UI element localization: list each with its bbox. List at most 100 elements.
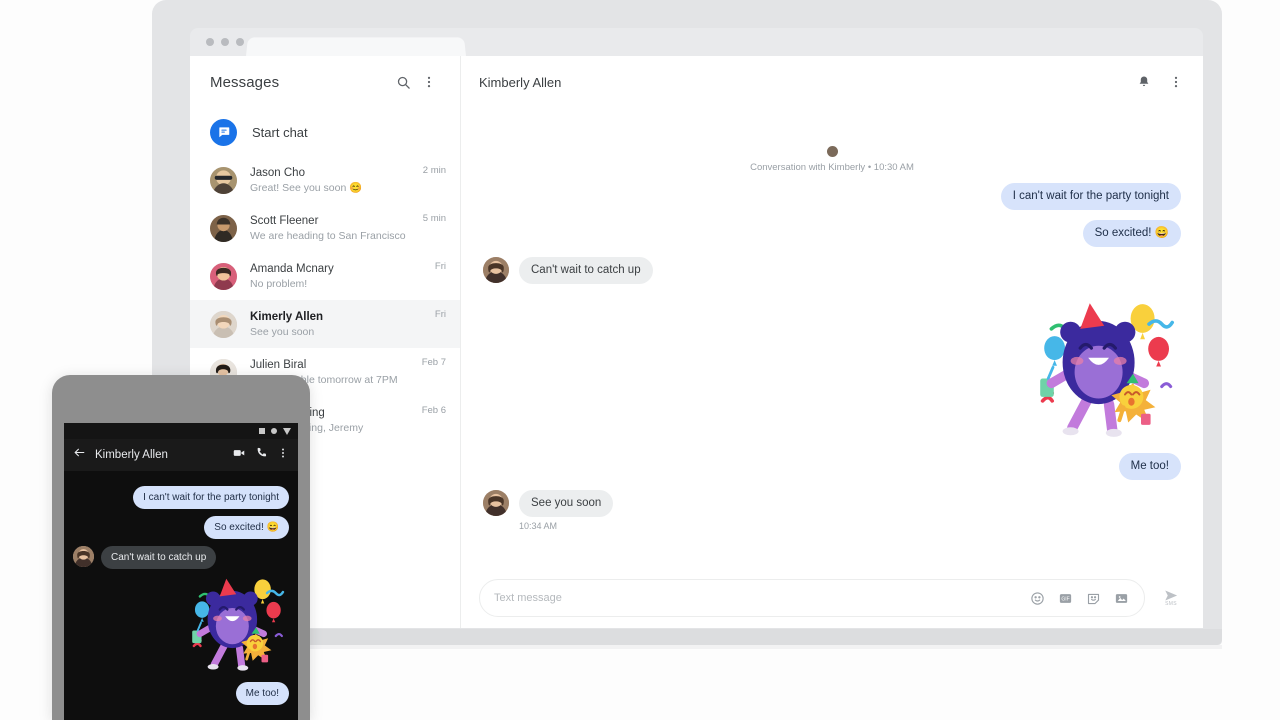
message-bubble[interactable]: Can't wait to catch up [519,257,653,284]
avatar [210,166,237,194]
circle-nav-icon [271,428,277,434]
conversation-divider: Conversation with Kimberly • 10:30 AM [483,146,1181,173]
more-vert-icon[interactable] [277,446,289,464]
conversation-item[interactable]: Amanda Mcnary No problem! Fri [190,252,460,300]
phone-icon[interactable] [255,446,268,464]
conversation-snippet: No problem! [250,277,308,290]
message-row: Me too! [73,682,289,705]
conversation-time: 2 min [422,165,446,176]
message-group: See you soon 10:34 AM [483,490,1181,531]
phone-status-bar [64,423,298,439]
square-nav-icon [259,428,265,434]
message-bubble[interactable]: Me too! [235,682,289,705]
conversation-time: 5 min [422,213,446,224]
avatar [73,546,94,567]
phone-chat-header: Kimberly Allen [64,439,298,471]
conversation-time: Feb 7 [421,357,446,368]
conversation-name: Kimerly Allen [250,310,324,323]
sticker-icon[interactable] [1084,589,1102,607]
conversation-item[interactable]: Kimerly Allen See you soon Fri [190,300,460,348]
message-row: So excited! 😄 [483,220,1181,247]
message-bubble[interactable]: See you soon [519,490,614,517]
conversation-snippet: We are heading to San Francisco [250,229,406,242]
sticker-message [73,575,289,675]
avatar [210,310,237,338]
conversation-snippet: Great! See you soon 😊 [250,181,363,194]
window-controls[interactable] [206,38,244,46]
message-row: I can't wait for the party tonight [483,183,1181,210]
message-bubble[interactable]: Me too! [1118,453,1181,480]
phone-mockup: Kimberly Allen I can't wait for the part… [52,375,310,720]
composer-field[interactable]: Text message GIF [479,579,1145,617]
message-composer: Text message GIF SMS [461,568,1203,628]
message-row: Can't wait to catch up [73,546,289,569]
more-vert-icon[interactable] [416,69,442,95]
party-monster-sticker-icon [179,575,289,675]
sticker-message [483,298,1181,443]
party-monster-sticker-icon [1021,298,1181,443]
conversation-text: Kimerly Allen See you soon [250,310,422,339]
conversation-name: Amanda Mcnary [250,262,334,275]
message-row: See you soon [483,490,1181,517]
composer-placeholder: Text message [494,592,562,604]
start-chat-button[interactable]: Start chat [190,108,460,156]
message-bubble[interactable]: I can't wait for the party tonight [133,486,289,509]
conversation-item[interactable]: Jason Cho Great! See you soon 😊 2 min [190,156,460,204]
gif-icon[interactable]: GIF [1056,589,1074,607]
message-group: Me too! [483,453,1181,480]
avatar [210,214,237,242]
emoji-icon[interactable] [1028,589,1046,607]
phone-message-list: I can't wait for the party tonight So exc… [64,471,298,705]
image-icon[interactable] [1112,589,1130,607]
screenshot-stage: Messages Start chat Jason Cho Great! See… [0,0,1280,720]
message-row: So excited! 😄 [73,516,289,539]
close-dot[interactable] [206,38,214,46]
message-row: Me too! [483,453,1181,480]
phone-chat-title: Kimberly Allen [95,449,168,461]
message-group: So excited! 😄 [483,220,1181,247]
send-sms-button[interactable]: SMS [1153,580,1189,616]
browser-titlebar [190,28,1203,56]
conversation-snippet: See you soon [250,325,315,338]
conversation-name: Scott Fleener [250,214,319,227]
browser-tab[interactable] [246,37,466,56]
message-group: I can't wait for the party tonight [483,183,1181,210]
laptop-shadow [152,645,1222,649]
avatar [483,490,509,516]
page-title: Messages [210,73,280,91]
message-bubble[interactable]: Can't wait to catch up [101,546,217,569]
conversation-time: Feb 6 [421,405,446,416]
phone-screen: Kimberly Allen I can't wait for the part… [64,423,298,720]
send-sms-label: SMS [1165,601,1177,607]
chat-bubble-icon [210,118,237,146]
message-bubble[interactable]: So excited! 😄 [204,516,289,539]
maximize-dot[interactable] [236,38,244,46]
more-vert-icon[interactable] [1163,69,1189,95]
message-row: Can't wait to catch up [483,257,1181,284]
conversation-name: Julien Biral [250,358,307,371]
conversation-time: Fri [434,261,446,272]
start-chat-label: Start chat [252,124,308,140]
divider-label: Conversation with Kimberly • 10:30 AM [750,162,914,173]
conversation-item[interactable]: Scott Fleener We are heading to San Franc… [190,204,460,252]
video-camera-icon[interactable] [232,446,246,465]
minimize-dot[interactable] [221,38,229,46]
chat-pane: Kimberly Allen Conversation with Kimberl… [460,56,1203,628]
message-bubble[interactable]: So excited! 😄 [1082,220,1181,247]
conversation-time: Fri [434,309,446,320]
message-row: I can't wait for the party tonight [73,486,289,509]
conversation-name: Jason Cho [250,166,305,179]
conversation-text: Amanda Mcnary No problem! [250,262,422,291]
back-arrow-icon[interactable] [73,446,86,464]
search-icon[interactable] [390,69,416,95]
svg-text:GIF: GIF [1061,596,1069,602]
chat-header: Kimberly Allen [461,56,1203,108]
avatar [483,257,509,283]
conversation-text: Scott Fleener We are heading to San Franc… [250,214,410,243]
desktop-messages: I can't wait for the party tonight So exc… [483,183,1181,531]
bell-icon[interactable] [1131,69,1157,95]
triangle-nav-icon [283,427,291,435]
laptop-base [152,629,1222,645]
divider-avatar-icon [826,146,838,157]
message-bubble[interactable]: I can't wait for the party tonight [1000,183,1181,210]
